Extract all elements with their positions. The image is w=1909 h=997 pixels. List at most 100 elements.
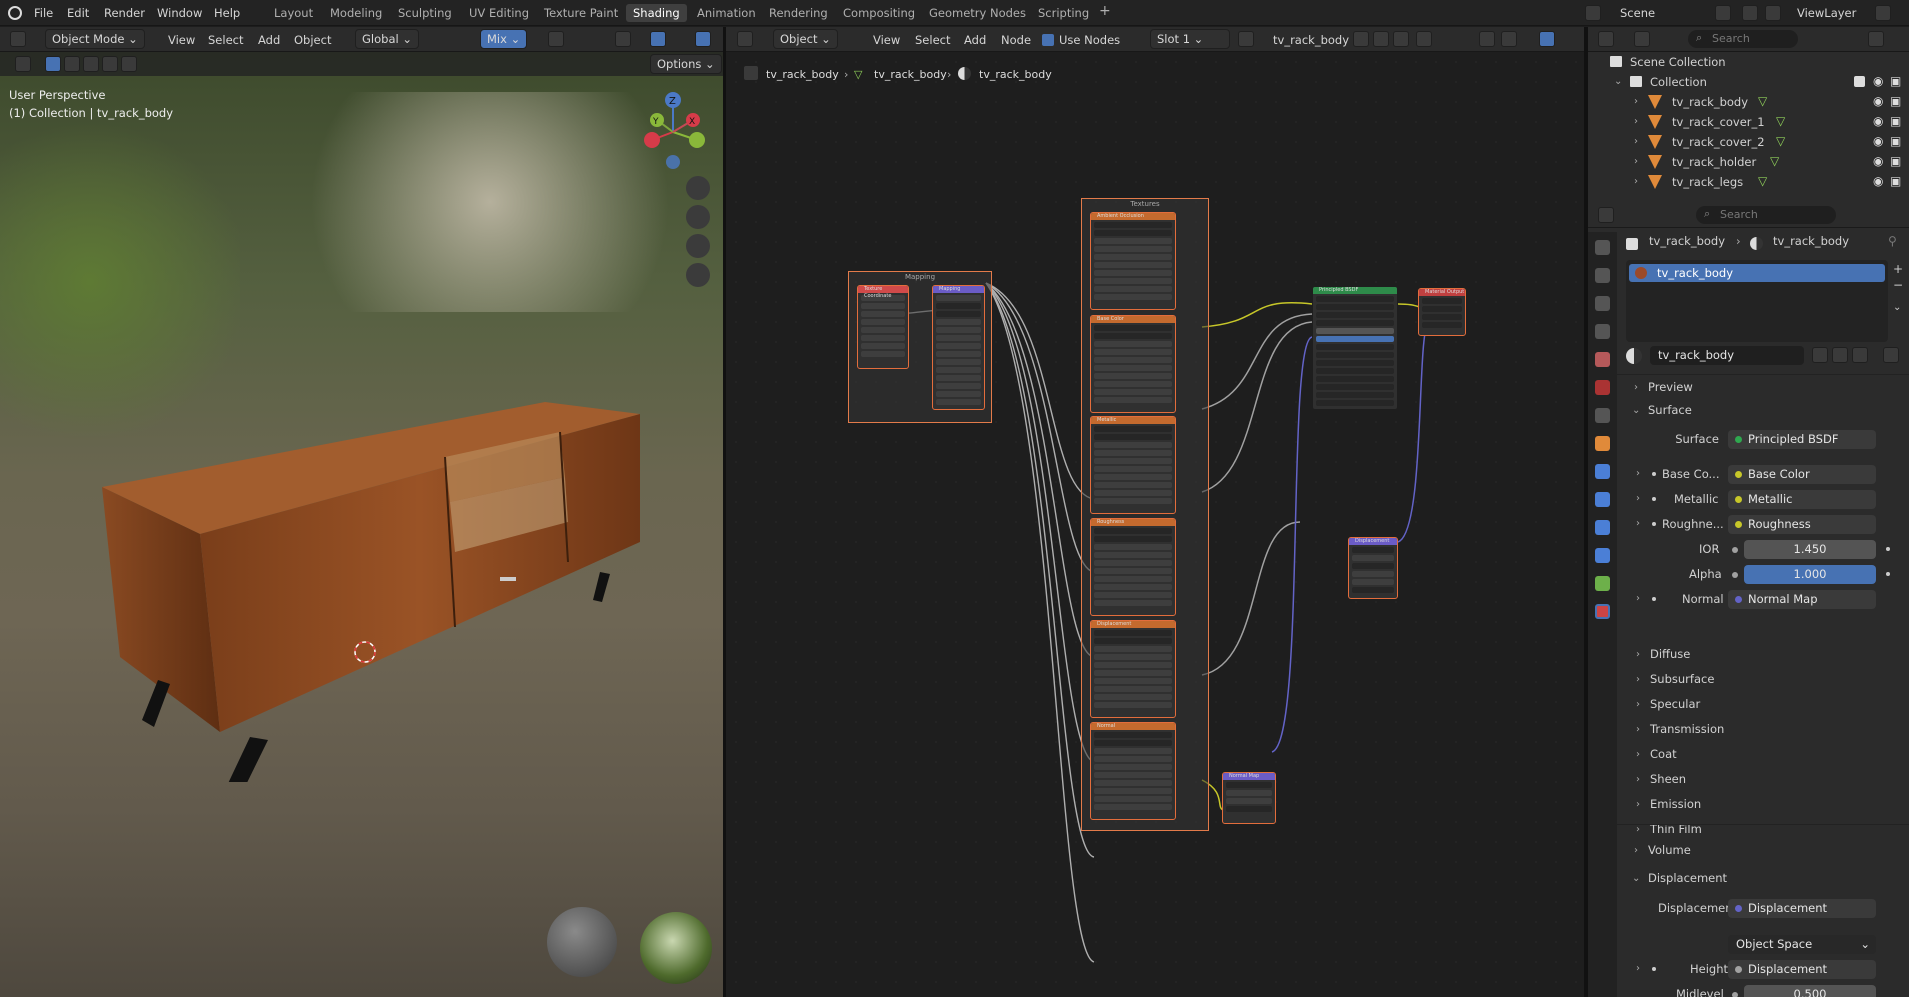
duplicate-material-icon[interactable]: [1373, 31, 1389, 47]
collection-tab-icon[interactable]: [1595, 408, 1610, 423]
tv-rack-model[interactable]: [90, 402, 650, 782]
view-layer-name[interactable]: ViewLayer: [1797, 6, 1856, 20]
mesh-data-icon[interactable]: ▽: [1776, 114, 1785, 128]
tab-rendering[interactable]: Rendering: [769, 6, 828, 20]
editor-type-icon[interactable]: [10, 31, 26, 47]
view-layer-tab-icon[interactable]: [1595, 324, 1610, 339]
material-link-icon[interactable]: [1883, 347, 1899, 363]
ior-field[interactable]: 1.450: [1744, 540, 1876, 559]
snap-node-icon[interactable]: [1479, 31, 1495, 47]
slot-dropdown[interactable]: Slot 1 ⌄: [1150, 29, 1230, 49]
node-material-output[interactable]: Material Output: [1418, 288, 1466, 336]
collection-expand-icon[interactable]: ⌄: [1614, 76, 1622, 87]
subpanel-sheen[interactable]: Sheen: [1650, 772, 1686, 786]
material-browse-icon[interactable]: [1238, 31, 1254, 47]
select-invert-icon[interactable]: [102, 56, 118, 72]
mesh-data-icon[interactable]: ▽: [1776, 134, 1785, 148]
properties-search-input[interactable]: ⌕ Search: [1696, 206, 1836, 224]
item-expand-icon[interactable]: ›: [1634, 136, 1638, 147]
overlay-icon[interactable]: [695, 31, 711, 47]
item-visibility-icon[interactable]: ◉: [1873, 154, 1883, 168]
surface-section[interactable]: Surface: [1648, 403, 1692, 417]
options-dropdown[interactable]: Options ⌄: [650, 54, 722, 74]
space-dropdown[interactable]: Object Space ⌄: [1728, 935, 1876, 954]
ortho-grid-icon[interactable]: [686, 263, 710, 287]
visibility-icon[interactable]: [615, 31, 631, 47]
node-menu-select[interactable]: Select: [915, 33, 950, 47]
normal-expand-icon[interactable]: ›: [1636, 593, 1640, 604]
material-tab-icon[interactable]: [1595, 604, 1610, 619]
surface-collapse-icon[interactable]: ⌄: [1632, 405, 1640, 416]
mesh-data-icon[interactable]: ▽: [1758, 94, 1767, 108]
roughness-expand-icon[interactable]: ›: [1636, 518, 1640, 529]
slot-specials-icon[interactable]: ⌄: [1893, 302, 1901, 313]
select-tool-icon[interactable]: [15, 56, 31, 72]
material-slot-item[interactable]: tv_rack_body: [1629, 264, 1885, 282]
displacement-section[interactable]: Displacement: [1648, 871, 1727, 885]
add-slot-button[interactable]: +: [1893, 262, 1903, 276]
zoom-icon[interactable]: [686, 176, 710, 200]
view-layer-icon[interactable]: [1765, 5, 1781, 21]
item-visibility-icon[interactable]: ◉: [1873, 134, 1883, 148]
midlevel-field[interactable]: 0.500: [1744, 985, 1876, 997]
object-tab-icon[interactable]: [1595, 436, 1610, 451]
ior-keyframe-icon[interactable]: [1886, 547, 1890, 551]
item-render-icon[interactable]: ▣: [1890, 94, 1901, 108]
collection-checkbox[interactable]: [1854, 76, 1865, 87]
snap-icon[interactable]: [548, 31, 564, 47]
material-new-icon[interactable]: [1832, 347, 1848, 363]
item-expand-icon[interactable]: ›: [1634, 176, 1638, 187]
item-expand-icon[interactable]: ›: [1634, 156, 1638, 167]
props-pin-icon[interactable]: ⚲: [1888, 234, 1897, 248]
collection-visibility-icon[interactable]: ◉: [1873, 74, 1883, 88]
menu-edit[interactable]: Edit: [67, 6, 89, 20]
alpha-keyframe-icon[interactable]: [1886, 572, 1890, 576]
subpanel-emission[interactable]: Emission: [1650, 797, 1701, 811]
snap-mode-icon[interactable]: [1501, 31, 1517, 47]
camera-icon[interactable]: [686, 234, 710, 258]
navigation-gizmo[interactable]: Z Y X: [635, 88, 715, 178]
height-field[interactable]: Displacement: [1728, 960, 1876, 979]
node-mapping[interactable]: Mapping: [932, 285, 985, 410]
subpanel-expand-icon[interactable]: ›: [1636, 799, 1640, 810]
item-render-icon[interactable]: ▣: [1890, 174, 1901, 188]
outliner-item[interactable]: › tv_rack_body ▽ ◉ ▣: [1588, 92, 1909, 112]
node-principled-bsdf[interactable]: Principled BSDF: [1312, 286, 1398, 410]
height-expand-icon[interactable]: ›: [1636, 963, 1640, 974]
orientation-dropdown[interactable]: Global ⌄: [355, 29, 419, 49]
collection-render-icon[interactable]: ▣: [1890, 74, 1901, 88]
select-box-icon[interactable]: [45, 56, 61, 72]
new-scene-icon[interactable]: [1715, 5, 1731, 21]
display-mode-icon[interactable]: [1634, 31, 1650, 47]
node-menu-node[interactable]: Node: [1001, 33, 1031, 47]
base-color-field[interactable]: Base Color: [1728, 465, 1876, 484]
output-tab-icon[interactable]: [1595, 296, 1610, 311]
delete-scene-icon[interactable]: [1742, 5, 1758, 21]
gizmo-icon[interactable]: [650, 31, 666, 47]
node-tex-ao[interactable]: Ambient Occlusion: [1090, 212, 1176, 310]
material-fake-user-icon[interactable]: [1812, 347, 1828, 363]
tab-modeling[interactable]: Modeling: [330, 6, 382, 20]
scene-icon[interactable]: [1585, 5, 1601, 21]
subpanel-expand-icon[interactable]: ›: [1636, 824, 1640, 835]
node-texture-coordinate[interactable]: Texture Coordinate: [857, 285, 909, 369]
displacement-collapse-icon[interactable]: ⌄: [1632, 873, 1640, 884]
outliner-search-input[interactable]: ⌕ Search: [1688, 30, 1798, 48]
node-tex-base-color[interactable]: Base Color: [1090, 315, 1176, 413]
menu-help[interactable]: Help: [214, 6, 240, 20]
normal-field[interactable]: Normal Map: [1728, 590, 1876, 609]
displacement-field[interactable]: Displacement: [1728, 899, 1876, 918]
render-tab-icon[interactable]: [1595, 268, 1610, 283]
tool-tab-icon[interactable]: [1595, 240, 1610, 255]
tab-compositing[interactable]: Compositing: [843, 6, 915, 20]
item-render-icon[interactable]: ▣: [1890, 154, 1901, 168]
node-normal-map[interactable]: Normal Map: [1222, 772, 1276, 824]
outliner-item[interactable]: › tv_rack_cover_1 ▽ ◉ ▣: [1588, 112, 1909, 132]
subpanel-diffuse[interactable]: Diffuse: [1650, 647, 1690, 661]
base-color-expand-icon[interactable]: ›: [1636, 468, 1640, 479]
mesh-data-icon[interactable]: ▽: [1758, 174, 1767, 188]
subpanel-subsurface[interactable]: Subsurface: [1650, 672, 1714, 686]
item-visibility-icon[interactable]: ◉: [1873, 94, 1883, 108]
node-menu-view[interactable]: View: [873, 33, 900, 47]
subpanel-expand-icon[interactable]: ›: [1636, 774, 1640, 785]
